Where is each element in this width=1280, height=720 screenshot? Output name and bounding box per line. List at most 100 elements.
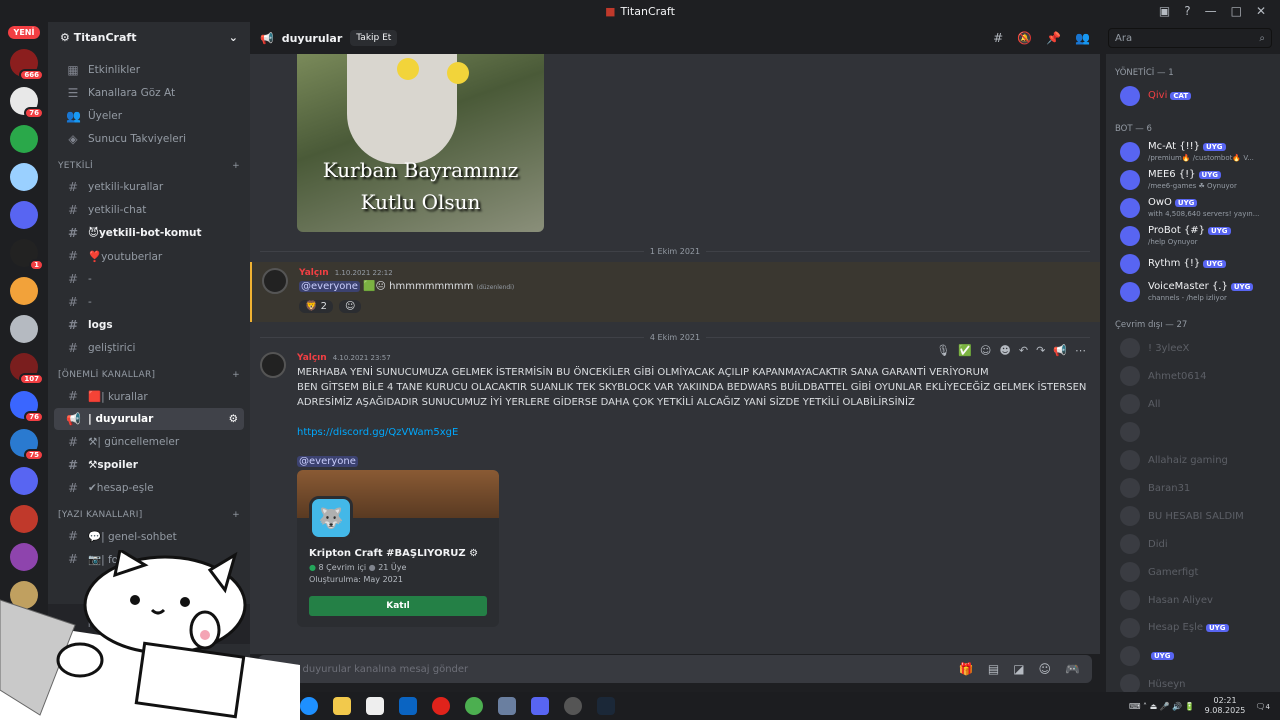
emoji-picker-icon[interactable]: ☻	[999, 344, 1010, 357]
more-icon[interactable]: ⋯	[1075, 344, 1086, 357]
server-icon[interactable]: 107	[10, 353, 44, 385]
inbox-icon[interactable]: ▣	[1159, 4, 1170, 18]
avatar[interactable]	[260, 352, 286, 378]
discord-icon[interactable]	[531, 697, 549, 715]
sidebar-item-members[interactable]: 👥 Üyeler	[54, 105, 244, 127]
app-icon[interactable]	[498, 697, 516, 715]
member-item[interactable]: Hasan Aliyev	[1106, 586, 1280, 614]
channel-item[interactable]: # geliştirici	[54, 337, 244, 359]
member-item[interactable]: Baran31	[1106, 474, 1280, 502]
server-icon[interactable]	[10, 125, 38, 153]
maximize-button[interactable]: □	[1231, 4, 1242, 18]
emoji-icon[interactable]: ☺	[1039, 662, 1052, 676]
channel-item[interactable]: # -	[54, 291, 244, 313]
member-item[interactable]: Rythm {!} UYG	[1106, 250, 1280, 278]
channel-item[interactable]: # ⚒| güncellemeler	[54, 431, 244, 453]
explorer-icon[interactable]	[333, 697, 351, 715]
channel-item[interactable]: # ⚒spoiler	[54, 454, 244, 476]
reaction[interactable]: 🦁 2	[299, 300, 334, 313]
server-icon[interactable]: 76	[10, 391, 44, 423]
member-item[interactable]: Qivi CAT	[1106, 82, 1280, 110]
notification-icon[interactable]: 🗨4	[1255, 702, 1270, 711]
channel-item[interactable]: # 😈yetkili-bot-komut	[54, 222, 244, 244]
close-button[interactable]: ✕	[1256, 4, 1266, 18]
react-icon[interactable]: ☺	[980, 344, 991, 357]
add-channel-icon[interactable]: +	[232, 510, 240, 520]
message[interactable]: 🎙 ✅ ☺ ☻ ↶ ↷ 📢 ⋯ Yalçın 4.10.2021 23:57 ME…	[250, 344, 1100, 644]
help-icon[interactable]: ?	[1184, 4, 1190, 18]
server-icon[interactable]	[10, 642, 38, 670]
gift-icon[interactable]: 🎁	[959, 662, 974, 676]
member-item[interactable]: All	[1106, 390, 1280, 418]
mic-icon[interactable]: 🎙	[936, 344, 950, 357]
minimize-button[interactable]: —	[1205, 4, 1217, 18]
message-input[interactable]: | duyurular kanalına mesaj gönder 🎁 ▤ ◪ …	[258, 655, 1092, 683]
member-item[interactable]: Gamerfigt	[1106, 558, 1280, 586]
server-icon[interactable]: 1	[10, 239, 44, 271]
sidebar-item-boosts[interactable]: ◈ Sunucu Takviyeleri	[54, 128, 244, 150]
outlook-icon[interactable]	[399, 697, 417, 715]
member-item[interactable]: OwO UYG with 4,508,640 servers! yayın...	[1106, 194, 1280, 222]
check-icon[interactable]: ✅	[958, 344, 972, 357]
publish-icon[interactable]: 📢	[1053, 344, 1067, 357]
tray-icons[interactable]: ⌨ ˄ ⏏ 🎤 🔊 🔋	[1129, 702, 1195, 711]
edge-icon[interactable]	[300, 697, 318, 715]
steam-icon[interactable]	[597, 697, 615, 715]
server-icon[interactable]	[10, 467, 38, 495]
channel-item[interactable]: # ✔hesap-eşle	[54, 477, 244, 499]
server-icon[interactable]	[10, 505, 38, 533]
member-item[interactable]: Hesap Eşle UYG	[1106, 614, 1280, 642]
message-author[interactable]: Yalçın 4.10.2021 23:57	[297, 353, 391, 363]
server-icon[interactable]: 75	[10, 429, 44, 461]
sidebar-item-browse[interactable]: ☰ Kanallara Göz At	[54, 82, 244, 104]
member-item[interactable]: VoiceMaster {.} UYG channels - /help izliy…	[1106, 278, 1280, 306]
member-list-icon[interactable]: 👥	[1075, 31, 1090, 45]
invite-link[interactable]: https://discord.gg/QzVWam5xgE	[297, 427, 458, 438]
game-icon[interactable]: 🎮	[1065, 662, 1080, 676]
sticker-icon[interactable]: ◪	[1013, 662, 1024, 676]
member-item[interactable]: BU HESABI SALDIM	[1106, 502, 1280, 530]
member-item[interactable]	[1106, 418, 1280, 446]
avatar[interactable]	[262, 268, 288, 294]
category-yetkili[interactable]: YETKİLİ +	[48, 151, 250, 175]
server-icon[interactable]: 76	[10, 87, 44, 119]
everyone-mention[interactable]: @everyone	[299, 281, 360, 292]
sidebar-item-events[interactable]: ▦ Etkinlikler	[54, 59, 244, 81]
server-icon[interactable]	[10, 581, 38, 609]
channel-item[interactable]: # 📷| foto-...	[54, 548, 244, 570]
member-item[interactable]: Mc-At {!!} UYG/premium🔥 /custombot🔥 V...	[1106, 138, 1280, 166]
channel-item[interactable]: # 🟥| kurallar	[54, 385, 244, 407]
channel-settings-icon[interactable]: ⚙	[229, 413, 238, 425]
mute-icon[interactable]: 🔕	[1017, 31, 1032, 45]
member-item[interactable]: ProBot {#} UYG/help Oynuyor	[1106, 222, 1280, 250]
add-channel-icon[interactable]: +	[232, 370, 240, 380]
member-item[interactable]: Allahaiz gaming	[1106, 446, 1280, 474]
store-icon[interactable]	[366, 697, 384, 715]
category-onemli[interactable]: [ÖNEMLİ KANALLAR] +	[48, 360, 250, 384]
opera-icon[interactable]	[432, 697, 450, 715]
threads-icon[interactable]: #	[993, 31, 1003, 45]
follow-button[interactable]: Takip Et	[350, 30, 398, 46]
message-image[interactable]: Kurban Bayramınız Kutlu Olsun	[297, 54, 544, 232]
server-icon[interactable]	[10, 163, 38, 191]
member-item[interactable]: Ahmet0614	[1106, 362, 1280, 390]
search-input[interactable]: Ara ⌕	[1108, 28, 1272, 48]
gif-icon[interactable]: ▤	[988, 662, 999, 676]
server-icon[interactable]	[10, 201, 38, 229]
reply-icon[interactable]: ↶	[1019, 344, 1028, 357]
server-icon[interactable]: 666	[10, 49, 44, 81]
everyone-mention[interactable]: @everyone	[297, 456, 358, 467]
member-item[interactable]: ! 3yleeX	[1106, 334, 1280, 362]
member-item[interactable]: MEE6 {!} UYG/mee6-games ☘ Oynuyor	[1106, 166, 1280, 194]
channel-item[interactable]: # ❣️youtuberlar	[54, 245, 244, 267]
message[interactable]: Yalçın 1.10.2021 22:12 @everyone 🟩😐 hmmmm…	[250, 262, 1100, 322]
server-icon[interactable]	[10, 277, 38, 305]
channel-item[interactable]: # 💬| genel-sohbet	[54, 525, 244, 547]
member-item[interactable]: UYG	[1106, 642, 1280, 670]
channel-item[interactable]: # logs	[54, 314, 244, 336]
channel-item[interactable]: # yetkili-kurallar	[54, 176, 244, 198]
server-icon[interactable]	[10, 543, 38, 571]
channel-item[interactable]: # yetkili-chat	[54, 199, 244, 221]
chrome-icon[interactable]	[465, 697, 483, 715]
pin-icon[interactable]: 📌	[1046, 31, 1061, 45]
